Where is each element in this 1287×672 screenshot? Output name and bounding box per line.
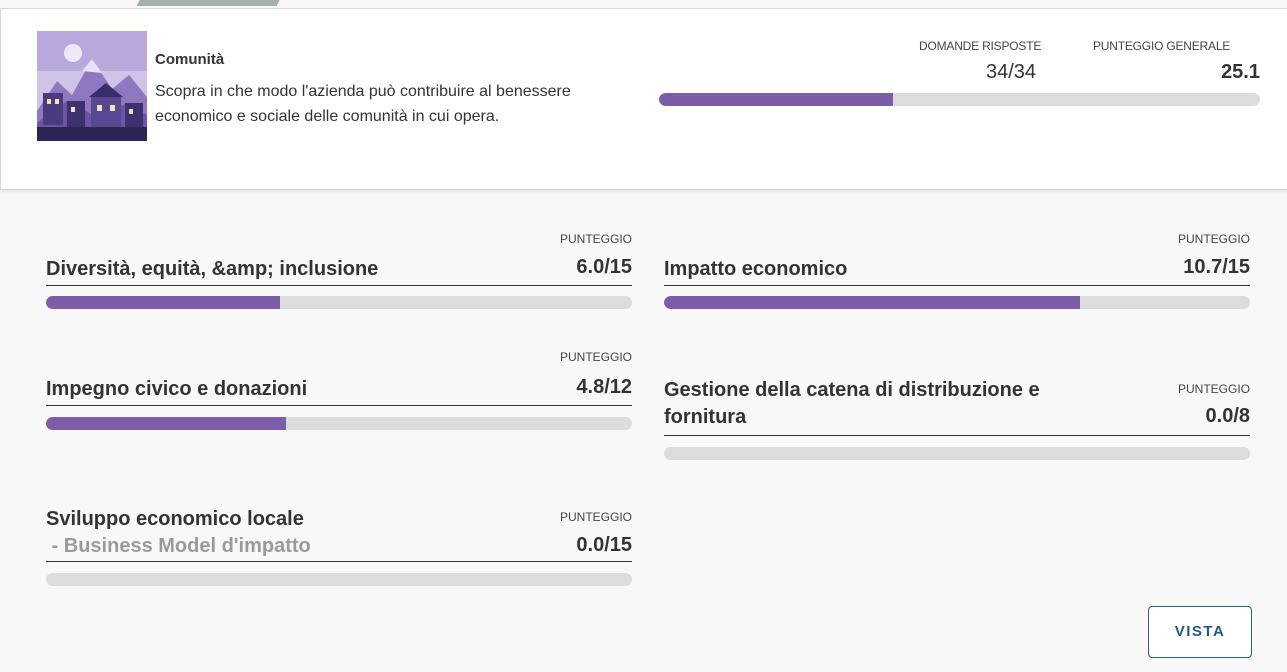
subcategory-civic-engagement[interactable]: PUNTEGGIO Impegno civico e donazioni 4.8… — [46, 350, 632, 432]
questions-answered-label: DOMANDE RISPOSTE — [919, 39, 1042, 53]
score-label: PUNTEGGIO — [559, 232, 632, 246]
subcategory-name: Impegno civico e donazioni — [46, 378, 308, 400]
overall-score-value: 25.1 — [1221, 61, 1260, 83]
community-illustration-icon — [37, 31, 147, 141]
score-label: PUNTEGGIO — [1177, 382, 1250, 396]
subcategory-name-line1: Gestione della catena di distribuzione e — [664, 379, 1040, 401]
page: Comunità Scopra in che modo l'azienda pu… — [0, 0, 1287, 672]
subcategory-name-line2: - Business Model d'impatto — [46, 535, 311, 557]
subcategory-score: 4.8/12 — [576, 376, 632, 398]
subcategory-score: 0.0/15 — [576, 534, 632, 556]
subcategory-progress-bar — [46, 296, 632, 309]
subcategory-score: 6.0/15 — [576, 256, 632, 278]
subcategory-name: Gestione della catena di distribuzione e… — [664, 377, 1040, 431]
subcategory-progress-fill — [46, 417, 287, 430]
subcategory-progress-bar — [664, 447, 1250, 460]
subcategory-name: Diversità, equità, &amp; inclusione — [46, 258, 379, 280]
overall-progress-bar — [659, 93, 1260, 106]
score-label: PUNTEGGIO — [559, 350, 632, 364]
category-description: Scopra in che modo l'azienda può contrib… — [155, 83, 571, 125]
score-label: PUNTEGGIO — [1177, 232, 1250, 246]
subcategory-progress-fill — [46, 296, 281, 309]
subcategory-progress-bar — [46, 573, 632, 586]
score-label: PUNTEGGIO — [559, 510, 632, 524]
overall-score-label: PUNTEGGIO GENERALE — [1093, 39, 1231, 53]
subcategory-diversity[interactable]: PUNTEGGIO Diversità, equità, &amp; inclu… — [46, 232, 632, 312]
subcategory-score: 0.0/8 — [1205, 405, 1250, 427]
subcategory-score: 10.7/15 — [1183, 256, 1250, 278]
category-title: Comunità — [155, 51, 225, 68]
questions-answered-value: 34/34 — [986, 61, 1037, 83]
divider — [46, 285, 632, 286]
top-tab-decoration — [136, 0, 284, 6]
subcategory-economic-impact[interactable]: PUNTEGGIO Impatto economico 10.7/15 — [664, 232, 1250, 312]
subcategory-local-economic-development[interactable]: Sviluppo economico locale - Business Mod… — [46, 506, 632, 588]
overall-progress-fill — [659, 93, 894, 106]
subcategory-name: Impatto economico — [664, 258, 848, 280]
view-button[interactable]: VISTA — [1148, 606, 1252, 658]
subcategory-name-line1: Sviluppo economico locale — [46, 508, 304, 530]
subcategory-supply-chain[interactable]: Gestione della catena di distribuzione e… — [664, 377, 1250, 463]
divider — [664, 285, 1250, 286]
subcategory-name-line2: fornitura — [664, 406, 747, 428]
divider — [46, 405, 632, 406]
category-summary-card: Comunità Scopra in che modo l'azienda pu… — [0, 8, 1287, 190]
subcategory-progress-bar — [664, 296, 1250, 309]
subcategory-progress-fill — [664, 296, 1081, 309]
subcategory-name: Sviluppo economico locale - Business Mod… — [46, 506, 311, 560]
subcategory-progress-bar — [46, 417, 632, 430]
divider — [46, 561, 632, 562]
divider — [664, 435, 1250, 436]
